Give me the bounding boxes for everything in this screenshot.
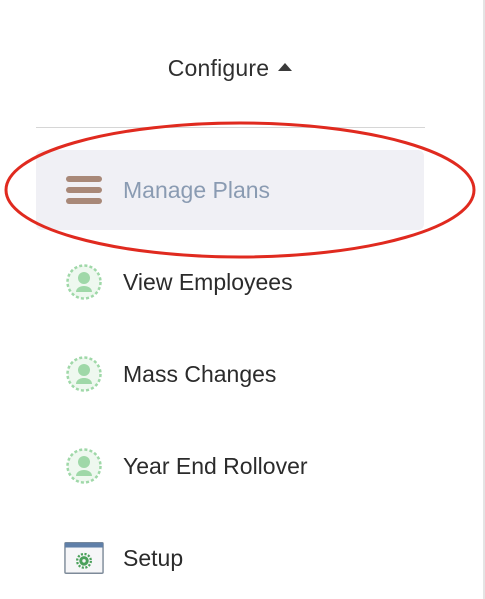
- menu-item-mass-changes[interactable]: Mass Changes: [36, 334, 424, 414]
- configure-dropdown-header[interactable]: Configure: [0, 48, 460, 88]
- person-icon: [64, 354, 104, 394]
- menu-item-label: View Employees: [123, 268, 293, 295]
- menu-item-setup[interactable]: Setup: [36, 518, 424, 598]
- header-divider: [36, 127, 425, 128]
- menu-item-manage-plans[interactable]: Manage Plans: [36, 150, 424, 230]
- menu-item-label: Manage Plans: [123, 176, 271, 203]
- menu-item-view-employees[interactable]: View Employees: [36, 242, 424, 322]
- menu-item-label: Year End Rollover: [123, 452, 308, 479]
- menu-item-year-end-rollover[interactable]: Year End Rollover: [36, 426, 424, 506]
- menu-item-label: Mass Changes: [123, 360, 277, 387]
- configure-title: Configure: [167, 54, 270, 81]
- menu-item-label: Setup: [123, 544, 184, 571]
- person-icon: [64, 446, 104, 486]
- list-icon: [64, 170, 104, 210]
- caret-up-icon: [278, 63, 293, 71]
- settings-window-icon: [64, 538, 104, 578]
- person-icon: [64, 262, 104, 302]
